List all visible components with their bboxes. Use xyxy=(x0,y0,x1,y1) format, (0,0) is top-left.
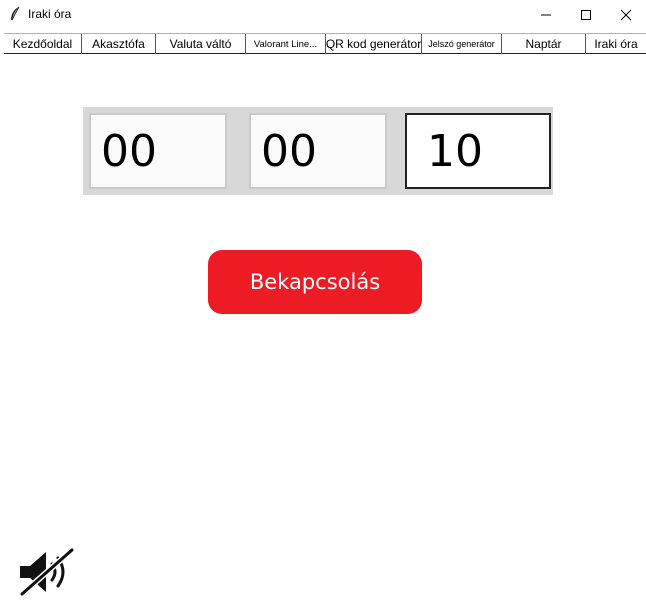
seconds-field[interactable]: 10 xyxy=(405,113,551,189)
tab-valorant-lineups[interactable]: Valorant Line... xyxy=(246,34,326,54)
feather-icon xyxy=(11,6,20,21)
minutes-field[interactable]: 00 xyxy=(249,113,387,189)
tab-valuta-valto[interactable]: Valuta váltó xyxy=(156,34,246,54)
tab-akasztofa[interactable]: Akasztófa xyxy=(82,34,156,54)
start-button[interactable]: Bekapcsolás xyxy=(208,250,422,314)
app-window: Iraki óra Kezdőoldal Akasztófa Valuta vá… xyxy=(0,0,646,610)
mute-toggle-button[interactable] xyxy=(16,546,76,597)
tab-naptar[interactable]: Naptár xyxy=(502,34,586,54)
maximize-button[interactable] xyxy=(566,0,606,30)
close-icon xyxy=(620,9,632,21)
window-title: Iraki óra xyxy=(28,7,72,21)
tab-jelszo-generator[interactable]: Jelszó generátor xyxy=(422,34,502,54)
tab-qr-kod-generator[interactable]: QR kod generátor xyxy=(326,34,422,54)
tab-kezdooldal[interactable]: Kezdőoldal xyxy=(4,34,82,54)
speaker-muted-icon xyxy=(20,547,74,597)
tab-bar: Kezdőoldal Akasztófa Valuta váltó Valora… xyxy=(4,33,646,54)
title-bar[interactable]: Iraki óra xyxy=(0,0,646,30)
minimize-button[interactable] xyxy=(526,0,566,30)
tab-iraki-ora[interactable]: Iraki óra xyxy=(586,34,646,54)
minimize-icon xyxy=(541,14,551,16)
maximize-icon xyxy=(581,10,591,20)
timer-display: 00 00 10 xyxy=(83,107,553,195)
hours-field[interactable]: 00 xyxy=(89,113,227,189)
close-button[interactable] xyxy=(606,0,646,30)
